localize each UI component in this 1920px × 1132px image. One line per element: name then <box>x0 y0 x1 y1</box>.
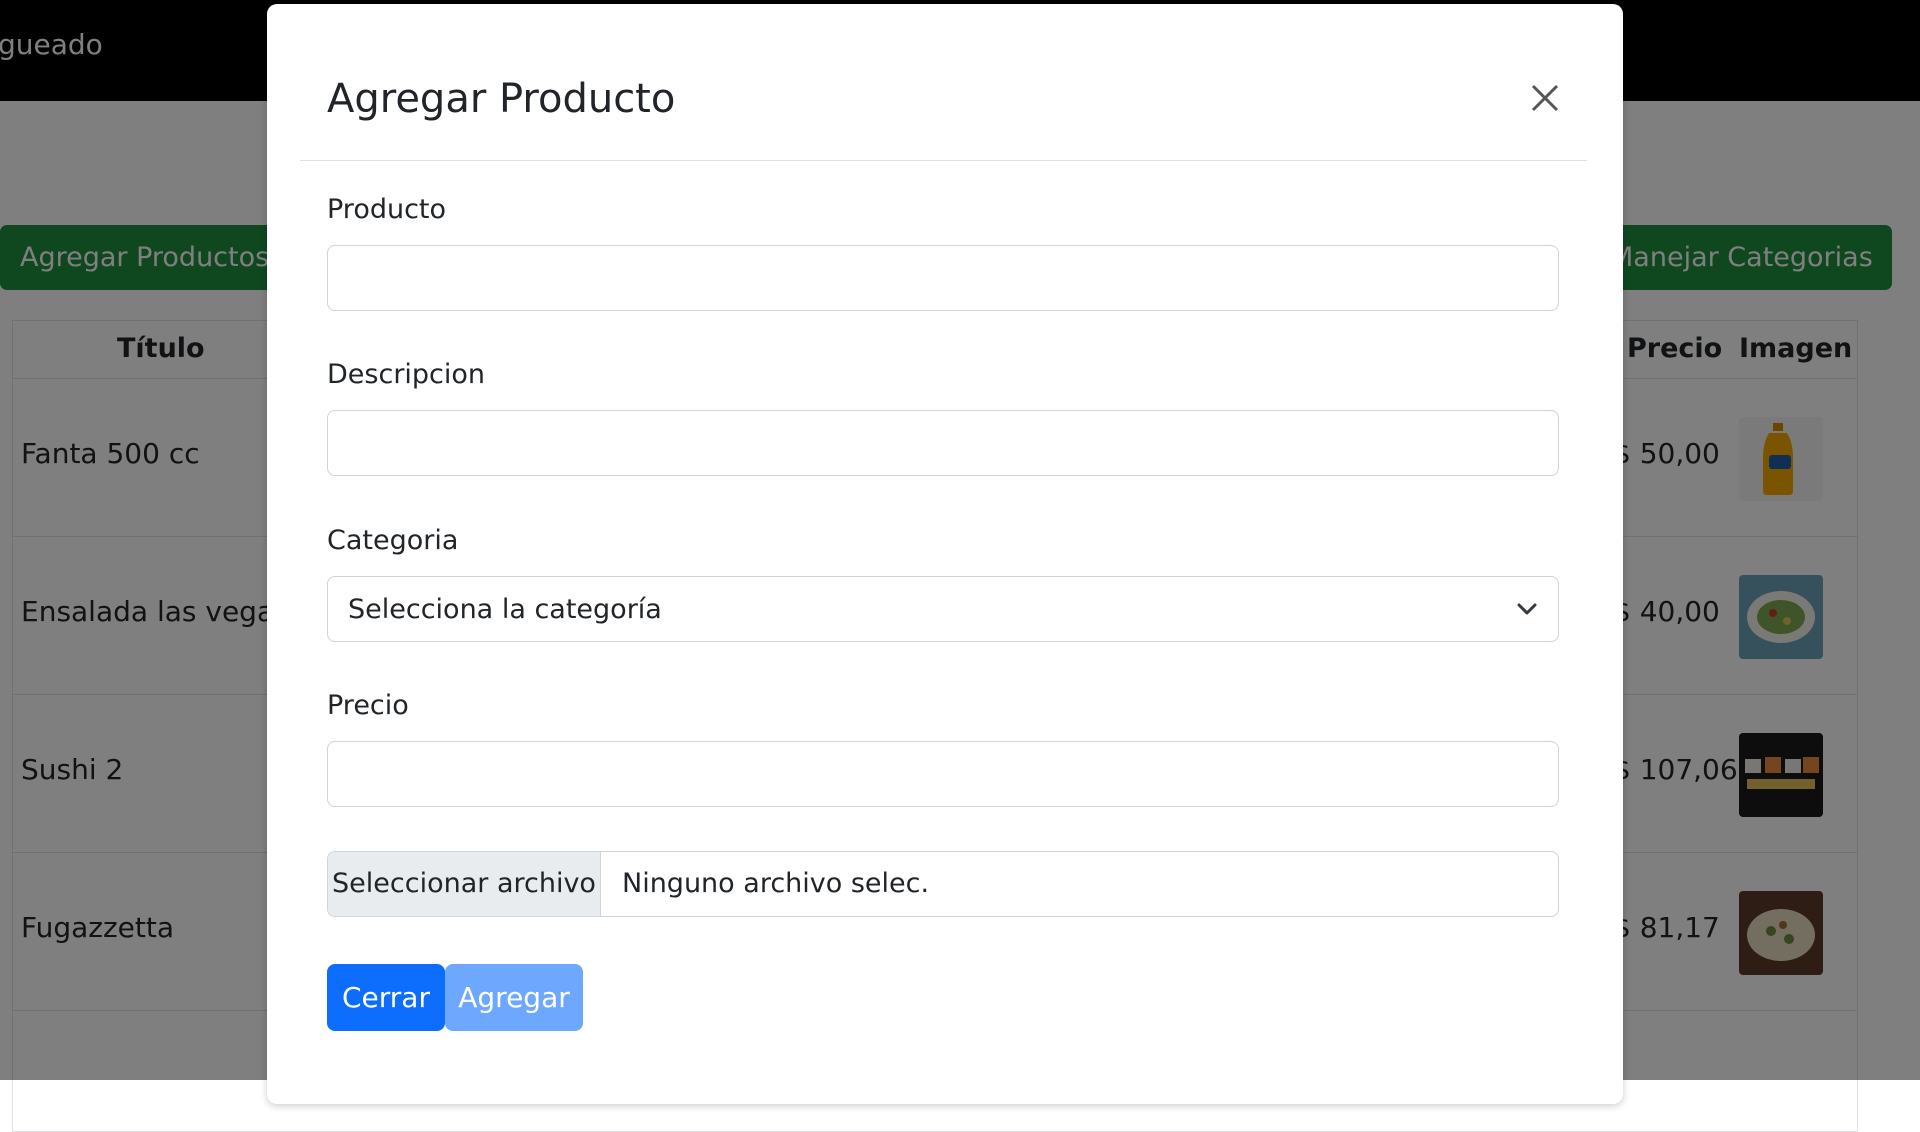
modal-header: Agregar Producto <box>300 4 1587 161</box>
chevron-down-icon <box>1517 603 1537 615</box>
add-button[interactable]: Agregar <box>445 964 583 1031</box>
page: gueado Agregar Productos Manejar Categor… <box>0 0 1920 1132</box>
categoria-select[interactable]: Selecciona la categoría <box>327 576 1559 642</box>
precio-label: Precio <box>327 690 409 721</box>
descripcion-label: Descripcion <box>327 359 486 390</box>
precio-input[interactable] <box>327 741 1559 807</box>
file-status: Ninguno archivo selec. <box>622 868 930 899</box>
close-icon[interactable] <box>1525 78 1565 118</box>
add-product-modal: Agregar Producto Producto Descripcion Ca… <box>267 4 1623 1104</box>
close-button[interactable]: Cerrar <box>327 964 445 1031</box>
categoria-selected: Selecciona la categoría <box>348 593 662 625</box>
file-input[interactable]: Seleccionar archivo Ninguno archivo sele… <box>327 851 1559 917</box>
categoria-label: Categoria <box>327 525 459 556</box>
producto-input[interactable] <box>327 245 1559 311</box>
file-select-button[interactable]: Seleccionar archivo <box>328 852 601 916</box>
modal-title: Agregar Producto <box>327 76 676 122</box>
producto-label: Producto <box>327 194 447 225</box>
descripcion-input[interactable] <box>327 410 1559 476</box>
